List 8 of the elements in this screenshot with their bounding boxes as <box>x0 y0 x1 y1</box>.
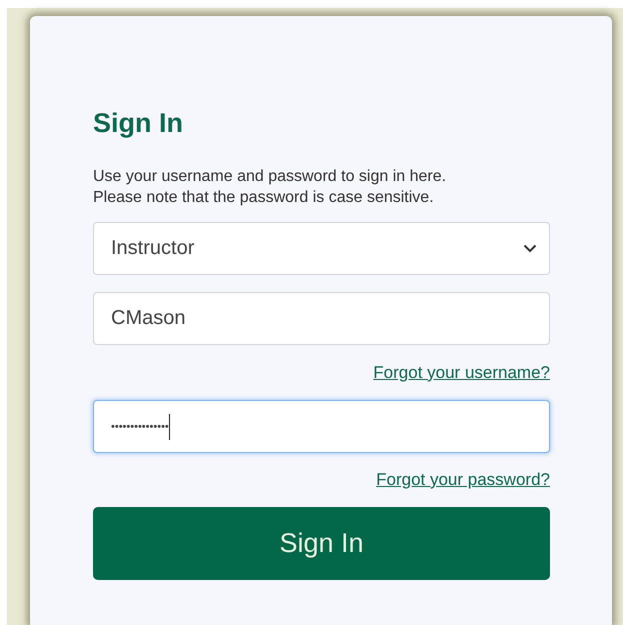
sign-in-heading: Sign In <box>93 108 184 138</box>
password-field[interactable]: ••••••••••••••• <box>93 400 550 453</box>
username-field[interactable]: CMason <box>93 292 550 345</box>
forgot-username-link[interactable]: Forgot your username? <box>373 362 550 382</box>
role-select[interactable]: Instructor <box>93 222 550 275</box>
instructions-text: Use your username and password to sign in here. Please note that the password is case sensitive. <box>93 167 448 208</box>
forgot-password-link[interactable]: Forgot your password? <box>376 470 550 490</box>
sign-in-button[interactable]: Sign In <box>93 507 550 580</box>
